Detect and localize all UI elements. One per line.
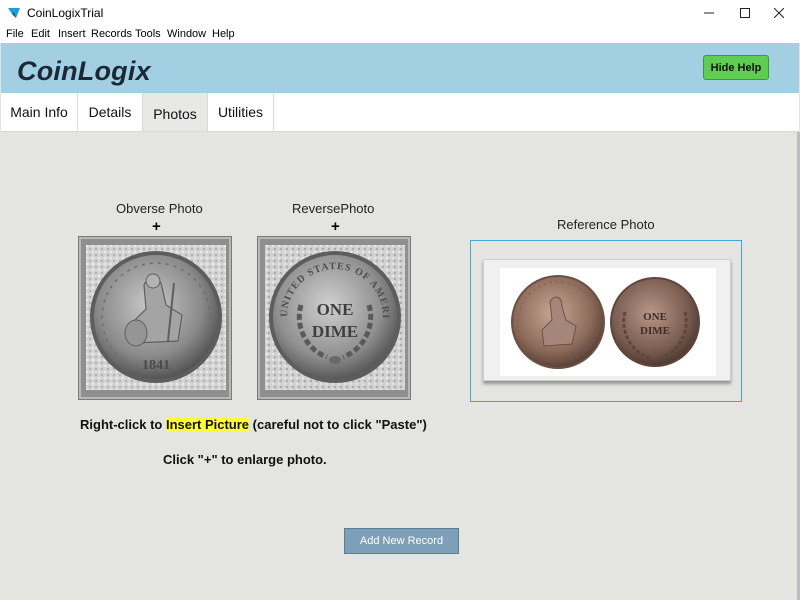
enlarge-instruction: Click "+" to enlarge photo.: [163, 452, 327, 467]
add-new-record-button[interactable]: Add New Record: [344, 528, 459, 554]
title-bar: CoinLogixTrial: [0, 0, 800, 27]
tab-details[interactable]: Details: [78, 93, 143, 131]
window-title: CoinLogixTrial: [27, 6, 104, 20]
obverse-photo-frame[interactable]: 1841: [78, 236, 232, 400]
reverse-dime-text: DIME: [312, 322, 358, 341]
obverse-date-text: 1841: [142, 358, 170, 373]
reference-coins-image: ONE DIME: [511, 275, 700, 369]
minimize-icon: [704, 12, 714, 14]
app-logo-icon: [8, 8, 20, 18]
menu-insert[interactable]: Insert: [58, 28, 86, 40]
app-logo-text: CoinLogix: [17, 56, 151, 86]
instruction-prefix: Right-click to: [80, 417, 166, 432]
reference-photo-label: Reference Photo: [557, 217, 655, 232]
menu-bar: File Edit Insert Records Tools Window He…: [0, 26, 800, 43]
obverse-enlarge-button[interactable]: +: [152, 218, 161, 235]
tab-utilities[interactable]: Utilities: [208, 93, 274, 131]
menu-records[interactable]: Records: [91, 28, 132, 40]
reverse-coin-image: UNITED STATES OF AMERICA ONE DIME: [265, 245, 405, 390]
reverse-one-text: ONE: [317, 300, 354, 319]
obverse-photo-label: Obverse Photo: [116, 201, 203, 216]
tab-photos[interactable]: Photos: [143, 93, 208, 131]
instruction-suffix: (careful not to click "Paste"): [249, 417, 427, 432]
close-icon: [774, 8, 784, 18]
insert-picture-highlight: Insert Picture: [165, 417, 250, 432]
maximize-icon: [740, 8, 750, 18]
menu-help[interactable]: Help: [212, 28, 235, 40]
menu-window[interactable]: Window: [167, 28, 206, 40]
reference-photo-card: ONE DIME: [483, 259, 731, 381]
reverse-photo-label: ReversePhoto: [292, 201, 375, 216]
app-header: CoinLogix: [1, 43, 799, 93]
tab-bar: Main Info Details Photos Utilities: [1, 93, 799, 132]
insert-picture-instruction: Right-click to Insert Picture (careful n…: [80, 417, 427, 432]
menu-tools[interactable]: Tools: [135, 28, 161, 40]
reverse-enlarge-button[interactable]: +: [331, 218, 340, 235]
reference-photo-box[interactable]: ONE DIME: [470, 240, 742, 402]
tab-main-info[interactable]: Main Info: [1, 93, 78, 131]
reference-dime-text: DIME: [640, 325, 670, 337]
close-button[interactable]: [756, 0, 800, 26]
reference-one-text: ONE: [643, 311, 667, 323]
obverse-coin-image: 1841: [86, 245, 226, 390]
reverse-photo-frame[interactable]: UNITED STATES OF AMERICA ONE DIME: [257, 236, 411, 400]
hide-help-button[interactable]: Hide Help: [703, 55, 769, 80]
menu-edit[interactable]: Edit: [31, 28, 50, 40]
menu-file[interactable]: File: [6, 28, 24, 40]
obverse-photo: 1841: [86, 245, 226, 390]
reference-photo: ONE DIME: [500, 268, 716, 376]
reverse-photo: UNITED STATES OF AMERICA ONE DIME: [265, 245, 405, 390]
